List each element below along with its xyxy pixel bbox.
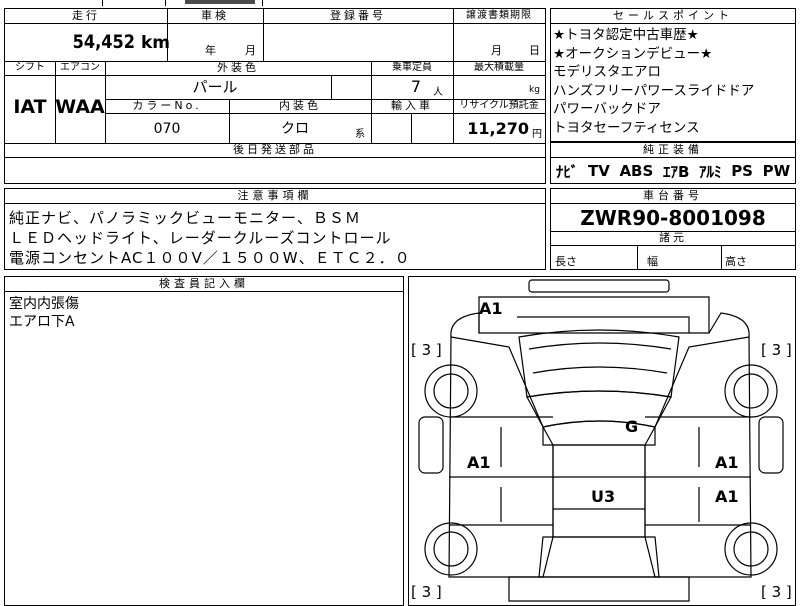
list-item: トヨタセーフティセンス <box>553 119 700 136</box>
shift-label: シフト <box>15 62 45 73</box>
capacity-value: 7 <box>410 77 421 96</box>
equipment-item: PS <box>731 162 753 180</box>
note-line: 電源コンセントAC１００V／１５００W、ＥＴＣ２．０ <box>9 249 411 267</box>
tire-fr-mark: [ 3 ] <box>761 341 792 359</box>
mark-front-a1: A1 <box>479 299 503 318</box>
vehicle-info-block: 走行 車検 登録番号 譲渡書類期限 54,452 km 年 月 月 日 シフト … <box>4 8 546 184</box>
mark-right-rear-a1: A1 <box>715 487 739 506</box>
inspection-year-unit: 年 <box>205 44 216 57</box>
shift-value: IAT <box>13 96 47 118</box>
transfer-day-unit: 日 <box>529 44 540 57</box>
list-item: モデリスタエアロ <box>553 64 661 80</box>
dims-header: 諸元 <box>659 231 687 244</box>
chassis-box: 車台番号 ZWR90-8001098 諸元 長さ 幅 高さ <box>550 188 796 270</box>
capacity-label: 乗車定員 <box>392 62 432 73</box>
transfer-month-unit: 月 <box>491 44 502 57</box>
inspector-line: エアロ下A <box>9 314 75 330</box>
equipment-item: ｱﾙﾐ <box>699 162 722 181</box>
list-item: ★オークションデビュー★ <box>553 45 713 62</box>
inspection-month-unit: 月 <box>245 44 256 57</box>
chassis-header: 車台番号 <box>551 189 795 204</box>
list-item: パワーバックドア <box>553 101 661 117</box>
transfer-label: 譲渡書類期限 <box>466 10 532 21</box>
tire-rl-mark: [ 3 ] <box>411 583 442 601</box>
notes-text: 純正ナビ、パノラミックビューモニター、ＢＳＭ ＬＥＤヘッドライト、レーダークルー… <box>5 204 545 268</box>
inspector-notes: 室内内張傷 エアロ下A <box>5 292 403 331</box>
mileage-value: 54,452 <box>72 31 135 53</box>
recycle-unit: 円 <box>532 129 542 140</box>
recycle-label: リサイクル預託金 <box>459 100 539 111</box>
maxload-unit: kg <box>529 85 540 95</box>
note-line: 純正ナビ、パノラミックビューモニター、ＢＳＭ <box>9 209 361 227</box>
height-label: 高さ <box>725 255 747 268</box>
mileage-label: 走行 <box>72 9 100 22</box>
notes-header: 注意事項欄 <box>5 189 545 204</box>
interior-label: 内装色 <box>279 99 321 112</box>
width-label: 幅 <box>647 255 658 268</box>
sales-points-header: セールスポイント <box>551 9 795 24</box>
registration-label: 登録番号 <box>330 9 386 22</box>
colorno-value: 070 <box>153 121 181 137</box>
delivery-parts-label: 後日発送部品 <box>233 143 317 156</box>
mark-roof-g: G <box>625 417 639 436</box>
interior-value: クロ <box>281 121 309 137</box>
list-item: ★トヨタ認定中古車歴★ <box>553 27 699 43</box>
equipment-header: 純正装備 <box>551 143 795 158</box>
recycle-value: 11,270 <box>467 119 529 138</box>
equipment-item: TV <box>587 162 610 180</box>
mileage-unit: km <box>141 33 171 53</box>
equipment-list: ﾅﾋﾞ TV ABS ｴｱB ｱﾙﾐ PS PW <box>551 158 795 184</box>
aircon-label: エアコン <box>60 62 100 73</box>
equipment-box: 純正装備 ﾅﾋﾞ TV ABS ｴｱB ｱﾙﾐ PS PW <box>550 142 796 184</box>
inspector-line: 室内内張傷 <box>9 296 79 312</box>
inspector-box: 検査員記入欄 室内内張傷 エアロ下A <box>4 276 404 606</box>
maxload-label: 最大積載量 <box>474 62 524 73</box>
capacity-unit: 人 <box>433 87 443 98</box>
equipment-item: ABS <box>619 162 654 180</box>
exterior-label: 外装色 <box>217 61 259 74</box>
tire-rr-mark: [ 3 ] <box>761 583 792 601</box>
top-cut-strip <box>0 0 800 6</box>
equipment-item: PW <box>762 162 791 180</box>
tire-fl-mark: [ 3 ] <box>411 341 442 359</box>
notes-box: 注意事項欄 純正ナビ、パノラミックビューモニター、ＢＳＭ ＬＥＤヘッドライト、レ… <box>4 188 546 270</box>
mark-floor-u3: U3 <box>591 487 616 506</box>
exterior-value: パール <box>192 78 238 96</box>
sales-points-box: セールスポイント ★トヨタ認定中古車歴★ ★オークションデビュー★ モデリスタエ… <box>550 8 796 142</box>
interior-suffix: 系 <box>355 129 365 140</box>
note-line: ＬＥＤヘッドライト、レーダークルーズコントロール <box>9 229 392 247</box>
list-item: ハンズフリーパワースライドドア <box>553 82 755 99</box>
mark-left-door-a1: A1 <box>467 453 491 472</box>
mark-right-front-a1: A1 <box>715 453 739 472</box>
damage-diagram-box: A1 G A1 A1 A1 U3 [ 3 ] [ 3 ] [ 3 ] [ 3 ] <box>408 276 796 606</box>
colorno-label: カラーNo. <box>132 99 202 112</box>
import-label: 輸入車 <box>391 99 433 112</box>
inspection-label: 車検 <box>201 9 229 22</box>
sales-points-list: ★トヨタ認定中古車歴★ ★オークションデビュー★ モデリスタエアロ ハンズフリー… <box>551 24 795 137</box>
inspector-header: 検査員記入欄 <box>5 277 403 292</box>
car-outline-diagram <box>418 279 784 602</box>
equipment-item: ｴｱB <box>662 162 690 181</box>
length-label: 長さ <box>555 255 577 268</box>
equipment-item: ﾅﾋﾞ <box>555 162 579 181</box>
chassis-number: ZWR90-8001098 <box>580 206 766 230</box>
aircon-value: WAA <box>55 96 105 118</box>
